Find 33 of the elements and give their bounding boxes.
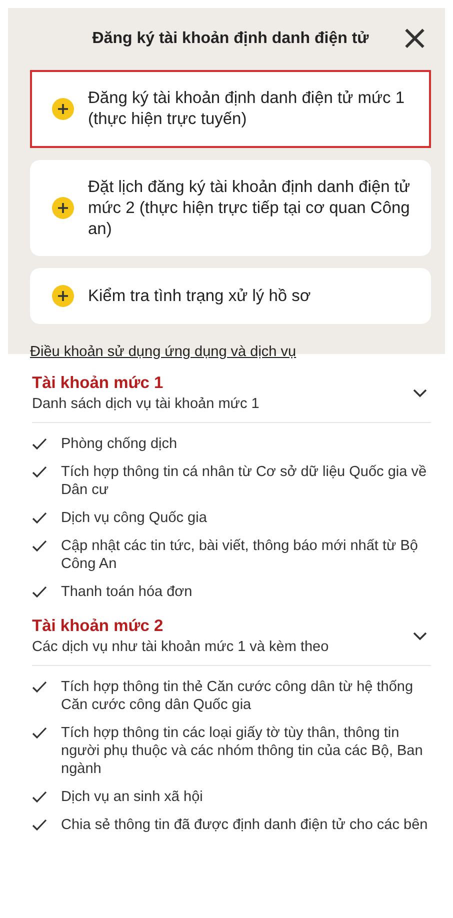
check-icon xyxy=(32,438,47,450)
service-item: Tích hợp thông tin các loại giấy tờ tùy thân, thông tin người phụ thuộc và các nhóm thông tin của các Bộ, Ban ngành xyxy=(61,724,424,778)
section-subtitle: Danh sách dịch vụ tài khoản mức 1 xyxy=(32,396,260,412)
service-item: Chia sẻ thông tin đã được định danh điện tử cho các bên xyxy=(61,816,428,834)
service-item: Cập nhật các tin tức, bài viết, thông báo mới nhất từ Bộ Công An xyxy=(61,537,419,573)
check-icon xyxy=(32,681,47,693)
service-item: Dịch vụ an sinh xã hội xyxy=(61,788,203,806)
check-icon xyxy=(32,727,47,739)
plus-icon xyxy=(52,98,74,120)
service-item: Thanh toán hóa đơn xyxy=(61,583,192,601)
terms-link[interactable]: Điều khoản sử dụng ứng dụng và dịch vụ xyxy=(30,344,296,360)
check-icon xyxy=(32,512,47,524)
check-icon xyxy=(32,540,47,552)
service-item: Phòng chống dịch xyxy=(61,435,178,453)
section-title: Tài khoản mức 2 xyxy=(32,617,164,636)
section-subtitle: Các dịch vụ như tài khoản mức 1 và kèm theo xyxy=(32,639,329,655)
service-item: Tích hợp thông tin thẻ Căn cước công dân từ hệ thống Căn cước công dân Quốc gia xyxy=(61,678,414,714)
option-card[interactable]: Kiểm tra tình trạng xử lý hồ sơ xyxy=(30,268,431,324)
chevron-down-icon[interactable] xyxy=(413,388,427,398)
check-icon xyxy=(32,819,47,831)
close-button[interactable]: × xyxy=(398,24,431,52)
dialog-title: Đăng ký tài khoản định danh điện tử xyxy=(92,30,369,48)
option-card[interactable]: Đặt lịch đăng ký tài khoản định danh điện tử mức 2 (thực hiện trực tiếp tại cơ quan Công an) xyxy=(30,160,431,256)
plus-icon xyxy=(52,197,74,219)
check-icon xyxy=(32,466,47,478)
check-icon xyxy=(32,586,47,598)
service-item: Dịch vụ công Quốc gia xyxy=(61,509,207,527)
section-title: Tài khoản mức 1 xyxy=(32,374,164,393)
chevron-down-icon[interactable] xyxy=(413,632,427,640)
plus-icon xyxy=(52,285,74,307)
option-card[interactable]: Đăng ký tài khoản định danh điện tử mức 1 (thực hiện trực tuyến) xyxy=(30,70,431,148)
service-item: Tích hợp thông tin cá nhân từ Cơ sở dữ liệu Quốc gia về Dân cư xyxy=(61,463,428,499)
check-icon xyxy=(32,791,47,803)
